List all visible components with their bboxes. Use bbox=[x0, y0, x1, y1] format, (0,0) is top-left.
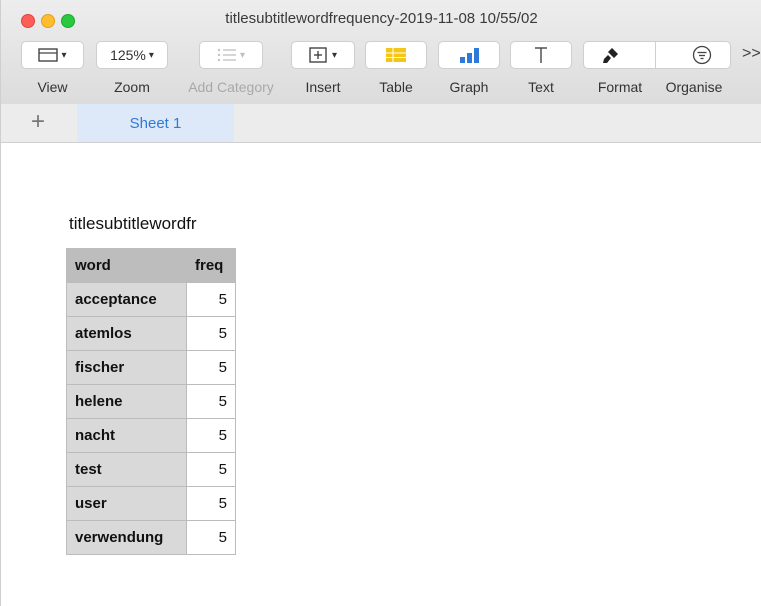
word-cell[interactable]: fischer bbox=[66, 350, 187, 385]
table-row: acceptance 5 bbox=[66, 282, 236, 317]
sidebar-view-icon bbox=[38, 48, 59, 62]
word-cell[interactable]: test bbox=[66, 452, 187, 487]
table-row: verwendung 5 bbox=[66, 520, 236, 555]
column-header-word[interactable]: word bbox=[66, 248, 187, 283]
word-cell[interactable]: verwendung bbox=[66, 520, 187, 555]
graph-button[interactable] bbox=[438, 41, 500, 69]
chevron-down-icon: ▾ bbox=[331, 49, 338, 61]
filter-icon bbox=[692, 45, 712, 65]
table-row: user 5 bbox=[66, 486, 236, 521]
freq-cell[interactable]: 5 bbox=[186, 486, 236, 521]
insert-button[interactable]: ▾ bbox=[291, 41, 355, 69]
toolbar-overflow-button[interactable]: >> bbox=[742, 45, 761, 63]
text-icon bbox=[535, 47, 547, 63]
zoom-label: Zoom bbox=[114, 79, 150, 95]
text-label: Text bbox=[528, 79, 554, 95]
organise-button[interactable] bbox=[692, 45, 712, 65]
organise-label: Organise bbox=[665, 79, 723, 95]
insert-label: Insert bbox=[305, 79, 341, 95]
zoom-select[interactable]: 125% ▾ bbox=[96, 41, 168, 69]
tab-sheet-1[interactable]: Sheet 1 bbox=[77, 104, 234, 142]
insert-icon bbox=[309, 47, 327, 63]
word-cell[interactable]: acceptance bbox=[66, 282, 187, 317]
freq-cell[interactable]: 5 bbox=[186, 350, 236, 385]
bar-chart-icon bbox=[460, 48, 479, 63]
add-category-label: Add Category bbox=[188, 79, 274, 95]
format-organise-group bbox=[583, 41, 731, 69]
chevron-down-icon: ▾ bbox=[61, 49, 67, 61]
table-icon bbox=[386, 48, 406, 62]
sheet-tab-bar: + Sheet 1 bbox=[1, 104, 761, 143]
word-cell[interactable]: nacht bbox=[66, 418, 187, 453]
text-button[interactable] bbox=[510, 41, 572, 69]
table-header-row: word freq bbox=[66, 248, 236, 283]
chevron-down-icon: ▾ bbox=[239, 49, 246, 61]
add-category-button[interactable]: ▾ bbox=[199, 41, 263, 69]
table-row: helene 5 bbox=[66, 384, 236, 419]
view-button[interactable]: ▾ bbox=[21, 41, 84, 69]
add-sheet-button[interactable]: + bbox=[31, 108, 45, 136]
word-cell[interactable]: helene bbox=[66, 384, 187, 419]
table-row: fischer 5 bbox=[66, 350, 236, 385]
word-cell[interactable]: user bbox=[66, 486, 187, 521]
column-header-freq[interactable]: freq bbox=[186, 248, 236, 283]
view-label: View bbox=[37, 79, 68, 95]
toolbar: titlesubtitlewordfrequency-2019-11-08 10… bbox=[1, 0, 761, 105]
segment-divider bbox=[655, 42, 657, 68]
word-cell[interactable]: atemlos bbox=[66, 316, 187, 351]
freq-cell[interactable]: 5 bbox=[186, 316, 236, 351]
freq-cell[interactable]: 5 bbox=[186, 282, 236, 317]
data-table[interactable]: word freq acceptance 5 atemlos 5 fischer 5 … bbox=[66, 248, 236, 555]
paintbrush-icon bbox=[602, 48, 618, 63]
format-button[interactable] bbox=[602, 46, 620, 64]
table-row: nacht 5 bbox=[66, 418, 236, 453]
table-row: atemlos 5 bbox=[66, 316, 236, 351]
format-label: Format bbox=[597, 79, 643, 95]
freq-cell[interactable]: 5 bbox=[186, 418, 236, 453]
table-button[interactable] bbox=[365, 41, 427, 69]
table-label: Table bbox=[379, 79, 413, 95]
table-row: test 5 bbox=[66, 452, 236, 487]
freq-cell[interactable]: 5 bbox=[186, 520, 236, 555]
freq-cell[interactable]: 5 bbox=[186, 452, 236, 487]
table-title[interactable]: titlesubtitlewordfr bbox=[69, 214, 197, 234]
freq-cell[interactable]: 5 bbox=[186, 384, 236, 419]
graph-label: Graph bbox=[449, 79, 489, 95]
chevron-down-icon: ▾ bbox=[148, 49, 154, 61]
zoom-value: 125% bbox=[110, 47, 146, 63]
window-title: titlesubtitlewordfrequency-2019-11-08 10… bbox=[225, 10, 538, 27]
list-icon bbox=[217, 48, 236, 62]
app-window: titlesubtitlewordfrequency-2019-11-08 10… bbox=[0, 0, 761, 606]
